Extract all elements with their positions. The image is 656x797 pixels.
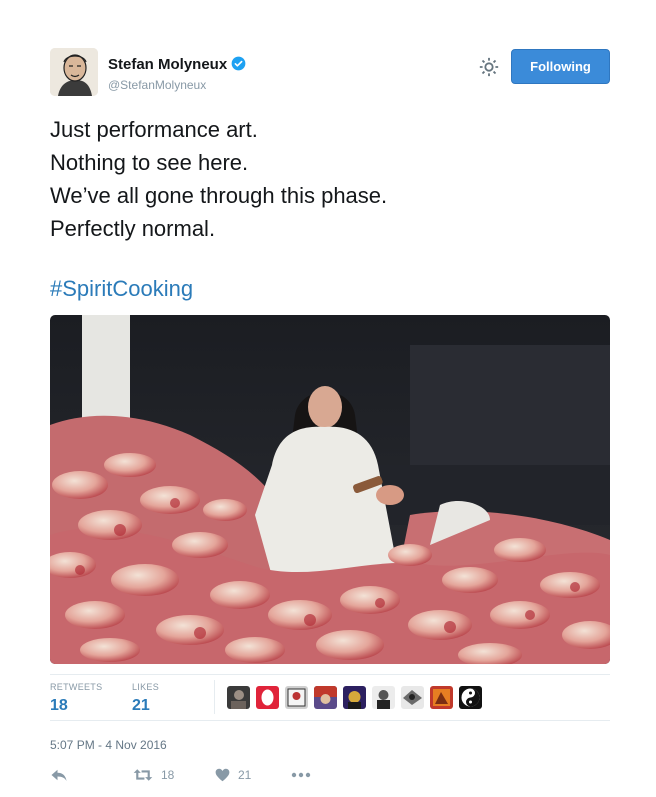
retweet-icon (133, 769, 153, 781)
liker-avatar[interactable] (401, 686, 424, 709)
verified-badge-icon (231, 56, 246, 71)
reply-icon (51, 769, 67, 781)
user-handle[interactable]: @StefanMolyneux (108, 78, 206, 92)
tweet-line: Nothing to see here. (50, 150, 249, 175)
liker-avatar[interactable] (372, 686, 395, 709)
display-name-text[interactable]: Stefan Molyneux (108, 56, 227, 73)
user-display-name[interactable]: Stefan Molyneux (108, 56, 246, 73)
retweets-label: RETWEETS (50, 682, 103, 692)
liker-avatar[interactable] (314, 686, 337, 709)
retweet-action-count: 18 (161, 768, 175, 782)
liker-avatar[interactable] (459, 686, 482, 709)
divider (50, 720, 610, 721)
tweet-line: Perfectly normal. (50, 216, 216, 241)
divider (214, 680, 215, 714)
hashtag-link[interactable]: #SpiritCooking (50, 272, 193, 305)
gear-icon[interactable] (478, 56, 500, 78)
like-action-count: 21 (238, 768, 252, 782)
profile-avatar[interactable] (50, 48, 98, 96)
liker-avatar[interactable] (343, 686, 366, 709)
divider (50, 674, 610, 675)
following-button[interactable]: Following (511, 49, 610, 84)
likes-label: LIKES (132, 682, 160, 692)
tweet-line: We’ve all gone through this phase. (50, 183, 388, 208)
liker-avatar[interactable] (430, 686, 453, 709)
tweet-timestamp[interactable]: 5:07 PM - 4 Nov 2016 (50, 738, 167, 752)
tweet-photo[interactable] (50, 315, 610, 664)
likes-count[interactable]: 21 (132, 697, 150, 715)
reply-button[interactable] (50, 766, 68, 784)
like-button[interactable]: 21 (215, 766, 251, 784)
more-dots-icon (291, 772, 311, 778)
liker-avatar[interactable] (227, 686, 250, 709)
liker-avatar[interactable] (285, 686, 308, 709)
retweet-button[interactable]: 18 (133, 766, 174, 784)
tweet-text: Just performance art. Nothing to see her… (50, 113, 387, 245)
retweets-count[interactable]: 18 (50, 697, 68, 715)
more-button[interactable] (291, 766, 311, 784)
liker-avatar[interactable] (256, 686, 279, 709)
tweet-line: Just performance art. (50, 117, 258, 142)
heart-icon (215, 768, 230, 782)
